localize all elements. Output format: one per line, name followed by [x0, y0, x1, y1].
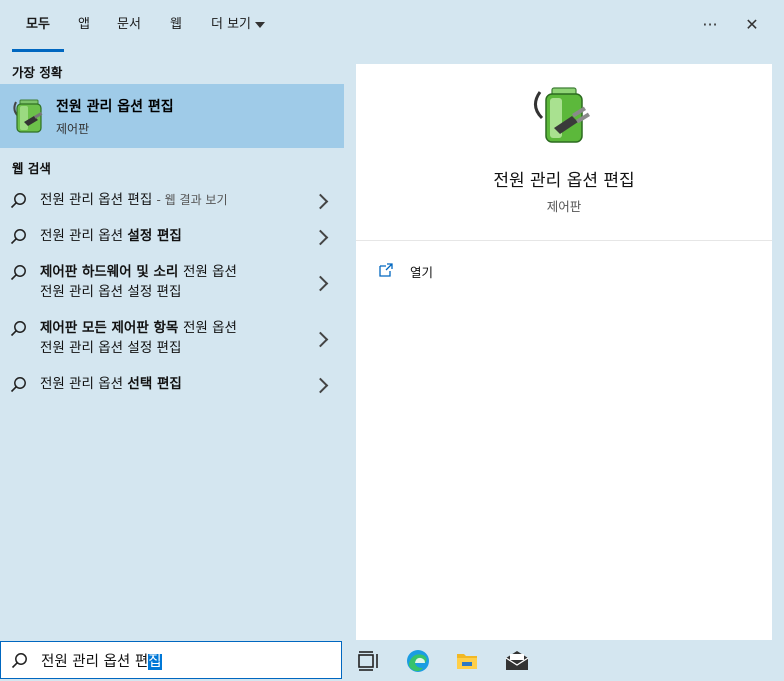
- web-result-item[interactable]: 전원 관리 옵션 선택 편집: [0, 372, 344, 408]
- result-preview-pane: 전원 관리 옵션 편집 제어판 열기: [356, 64, 772, 640]
- divider: [356, 240, 772, 241]
- search-text-selection: 집: [148, 654, 162, 670]
- web-result-text: 전원 관리 옵션 선택 편집: [40, 376, 182, 392]
- chevron-down-icon: [255, 21, 265, 28]
- search-box[interactable]: 전원 관리 옵션 편집: [0, 641, 342, 679]
- web-result-item[interactable]: 제어판 모든 제어판 항목 전원 옵션 전원 관리 옵션 설정 편집: [0, 316, 344, 372]
- search-input[interactable]: 전원 관리 옵션 편집: [41, 650, 162, 671]
- more-options-button[interactable]: ···: [694, 10, 726, 42]
- preview-subtitle: 제어판: [546, 199, 582, 214]
- chevron-right-icon[interactable]: [312, 275, 329, 292]
- web-result-text: 제어판 모든 제어판 항목 전원 옵션 전원 관리 옵션 설정 편집: [40, 320, 237, 356]
- web-result-item[interactable]: 전원 관리 옵션 편집 - 웹 결과 보기: [0, 188, 344, 224]
- best-match-title: 전원 관리 옵션 편집: [56, 99, 174, 115]
- tab-more-label: 더 보기: [210, 17, 251, 32]
- edge-icon[interactable]: [405, 648, 431, 674]
- close-button[interactable]: ✕: [736, 10, 768, 42]
- search-icon: [10, 265, 26, 281]
- search-icon: [11, 653, 27, 669]
- file-explorer-icon[interactable]: [454, 648, 480, 674]
- search-filter-tabs: 모두 앱 문서 웹 더 보기 ··· ✕: [0, 0, 784, 52]
- tab-all[interactable]: 모두: [12, 0, 64, 52]
- chevron-right-icon[interactable]: [312, 331, 329, 348]
- web-result-text: 제어판 하드웨어 및 소리 전원 옵션 전원 관리 옵션 설정 편집: [40, 264, 237, 300]
- tab-apps[interactable]: 앱: [70, 0, 98, 52]
- tab-web[interactable]: 웹: [162, 0, 190, 52]
- web-result-item[interactable]: 제어판 하드웨어 및 소리 전원 옵션 전원 관리 옵션 설정 편집: [0, 260, 344, 316]
- search-icon: [10, 321, 26, 337]
- preview-title: 전원 관리 옵션 편집: [493, 171, 635, 191]
- mail-icon[interactable]: [504, 648, 530, 674]
- open-action[interactable]: 열기: [378, 260, 578, 284]
- open-action-label: 열기: [410, 265, 434, 280]
- chevron-right-icon[interactable]: [312, 229, 329, 246]
- web-search-heading: 웹 검색: [12, 161, 51, 176]
- chevron-right-icon[interactable]: [312, 193, 329, 210]
- task-view-icon[interactable]: [356, 648, 382, 674]
- results-list: 가장 정확 전원 관리 옵션 편집 제어판 웹 검색 전원 관리 옵션 편집 -…: [0, 52, 344, 640]
- web-result-item[interactable]: 전원 관리 옵션 설정 편집: [0, 224, 344, 260]
- power-options-icon: [13, 99, 43, 133]
- best-match-result[interactable]: 전원 관리 옵션 편집 제어판: [0, 84, 344, 148]
- open-external-icon: [379, 263, 393, 277]
- web-result-text: 전원 관리 옵션 설정 편집: [40, 228, 182, 244]
- best-match-subtitle: 제어판: [56, 122, 90, 136]
- tab-more[interactable]: 더 보기: [204, 0, 272, 52]
- search-icon: [10, 193, 26, 209]
- start-search-window: 모두 앱 문서 웹 더 보기 ··· ✕ 가장 정확 전원 관리 옵션 편집 제…: [0, 0, 784, 681]
- search-icon: [10, 377, 26, 393]
- best-match-heading: 가장 정확: [12, 65, 63, 80]
- search-icon: [10, 229, 26, 245]
- web-result-text: 전원 관리 옵션 편집 - 웹 결과 보기: [40, 192, 228, 208]
- power-options-icon: [534, 87, 590, 143]
- tab-documents[interactable]: 문서: [112, 0, 146, 52]
- chevron-right-icon[interactable]: [312, 377, 329, 394]
